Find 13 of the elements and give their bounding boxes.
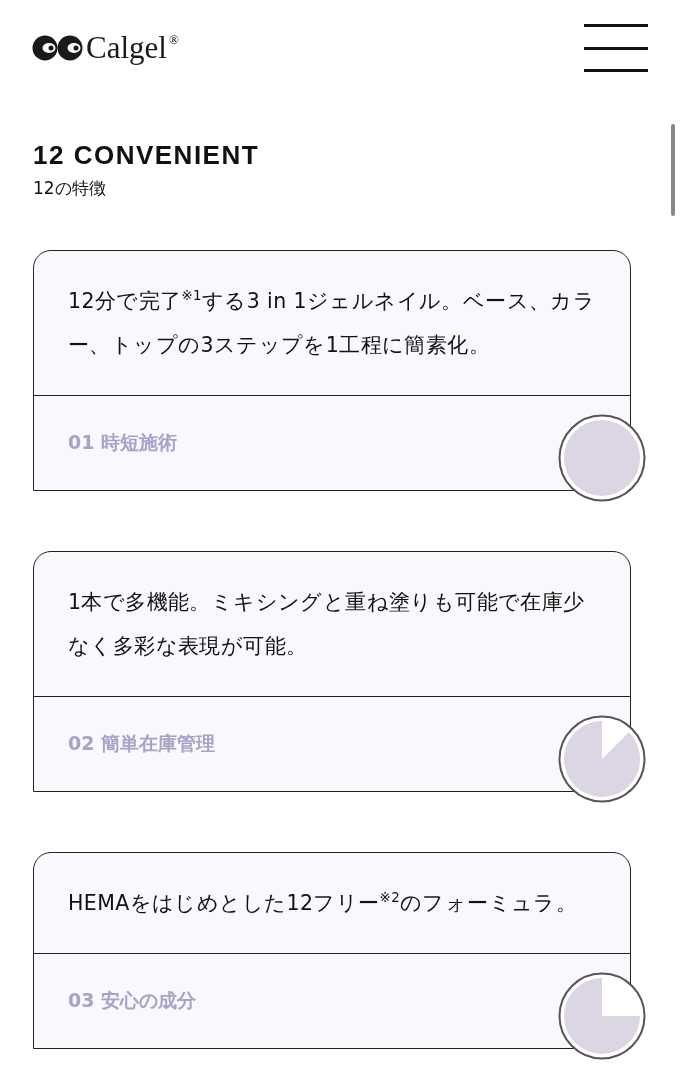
feature-label: 03 安心の成分 <box>68 988 197 1013</box>
menu-button[interactable] <box>584 24 648 72</box>
scrollbar[interactable] <box>671 124 675 216</box>
feature-description: 1本で多機能。ミキシングと重ね塗りも可能で在庫少なく多彩な表現が可能。 <box>34 552 630 697</box>
feature-description: 12分で完了$^{※1}$する3 in 1ジェルネイル。ベース、カラー、トップの3ステップを1工程に簡素化。 <box>34 251 630 396</box>
logo-icon <box>32 35 84 61</box>
registered-mark: ® <box>168 32 179 48</box>
brand-name: Calgel <box>86 30 167 66</box>
feature-label: 02 簡単在庫管理 <box>68 731 216 756</box>
feature-description: HEMAをはじめとした12フリー$^{※2}$のフォーミュラ。 <box>34 853 630 954</box>
feature-label: 01 時短施術 <box>68 430 178 455</box>
section-title: 12 CONVENIENT <box>33 140 261 171</box>
section-subtitle: 12の特徴 <box>33 177 107 200</box>
